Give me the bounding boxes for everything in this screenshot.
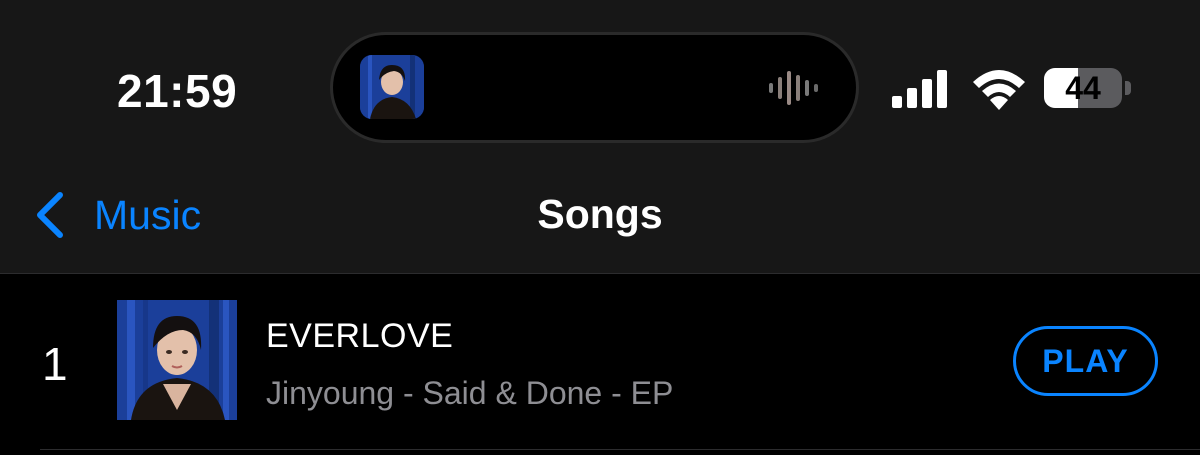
battery-cap bbox=[1125, 81, 1131, 95]
play-button[interactable]: PLAY bbox=[1013, 326, 1158, 396]
song-row[interactable]: 1 EVERLOVE Jinyoung - Said & Done - EP P… bbox=[0, 274, 1200, 449]
battery-icon: 44 bbox=[1044, 68, 1132, 108]
page-title: Songs bbox=[537, 191, 663, 237]
song-title: EVERLOVE bbox=[266, 317, 454, 355]
battery-level-text: 44 bbox=[1065, 70, 1101, 106]
cellular-signal-icon bbox=[892, 70, 947, 108]
row-divider bbox=[40, 449, 1200, 450]
dynamic-island-now-playing[interactable] bbox=[333, 35, 856, 140]
album-art bbox=[117, 300, 237, 420]
song-rank: 1 bbox=[42, 338, 68, 390]
battery-body: 44 bbox=[1044, 68, 1122, 108]
status-time: 21:59 bbox=[117, 65, 238, 117]
audio-waveform-icon bbox=[769, 71, 818, 105]
header: 21:59 44 Music Songs bbox=[0, 0, 1200, 274]
song-subtitle: Jinyoung - Said & Done - EP bbox=[266, 375, 674, 411]
album-art-thumbnail bbox=[360, 55, 424, 119]
screen: 21:59 44 Music Songs 1 EVERLOVE Jinyoung… bbox=[0, 0, 1200, 455]
wifi-icon bbox=[973, 70, 1025, 110]
